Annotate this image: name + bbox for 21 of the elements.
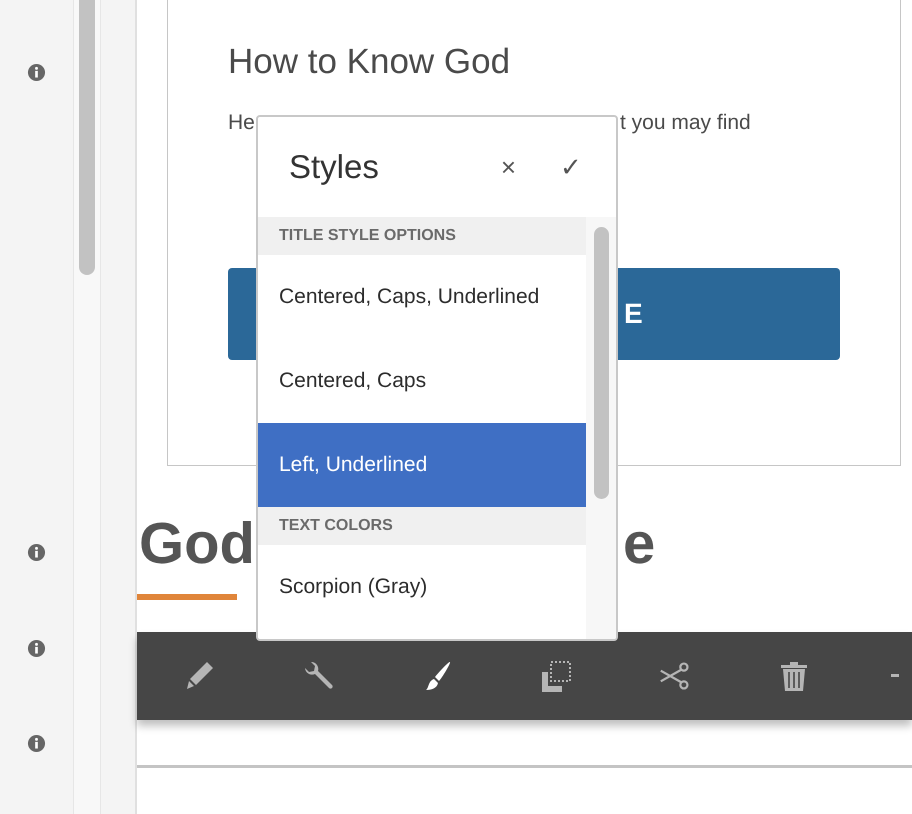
paragraph-text: t you may find <box>620 110 751 136</box>
minus-icon[interactable] <box>891 674 899 678</box>
info-icon[interactable] <box>27 734 46 753</box>
confirm-button[interactable]: ✓ <box>550 152 592 182</box>
section-heading: e <box>623 510 656 578</box>
info-icon[interactable] <box>27 639 46 658</box>
group-header: TEXT COLORS <box>258 507 586 545</box>
section-heading: God <box>139 510 255 578</box>
card-title: How to Know God <box>228 41 512 83</box>
info-icon[interactable] <box>27 63 46 82</box>
scrollbar-thumb[interactable] <box>79 0 95 275</box>
style-option[interactable]: Left, Underlined <box>258 423 586 507</box>
scrollbar-thumb[interactable] <box>594 227 608 499</box>
info-icon[interactable] <box>27 543 46 562</box>
trash-icon[interactable] <box>778 660 810 692</box>
close-button[interactable]: × <box>490 152 526 182</box>
scissors-icon[interactable] <box>659 660 691 692</box>
popover-title: Styles <box>289 148 380 186</box>
group-header: TITLE STYLE OPTIONS <box>258 217 586 255</box>
copy-icon[interactable] <box>540 660 572 692</box>
paragraph-text: He <box>228 110 255 136</box>
